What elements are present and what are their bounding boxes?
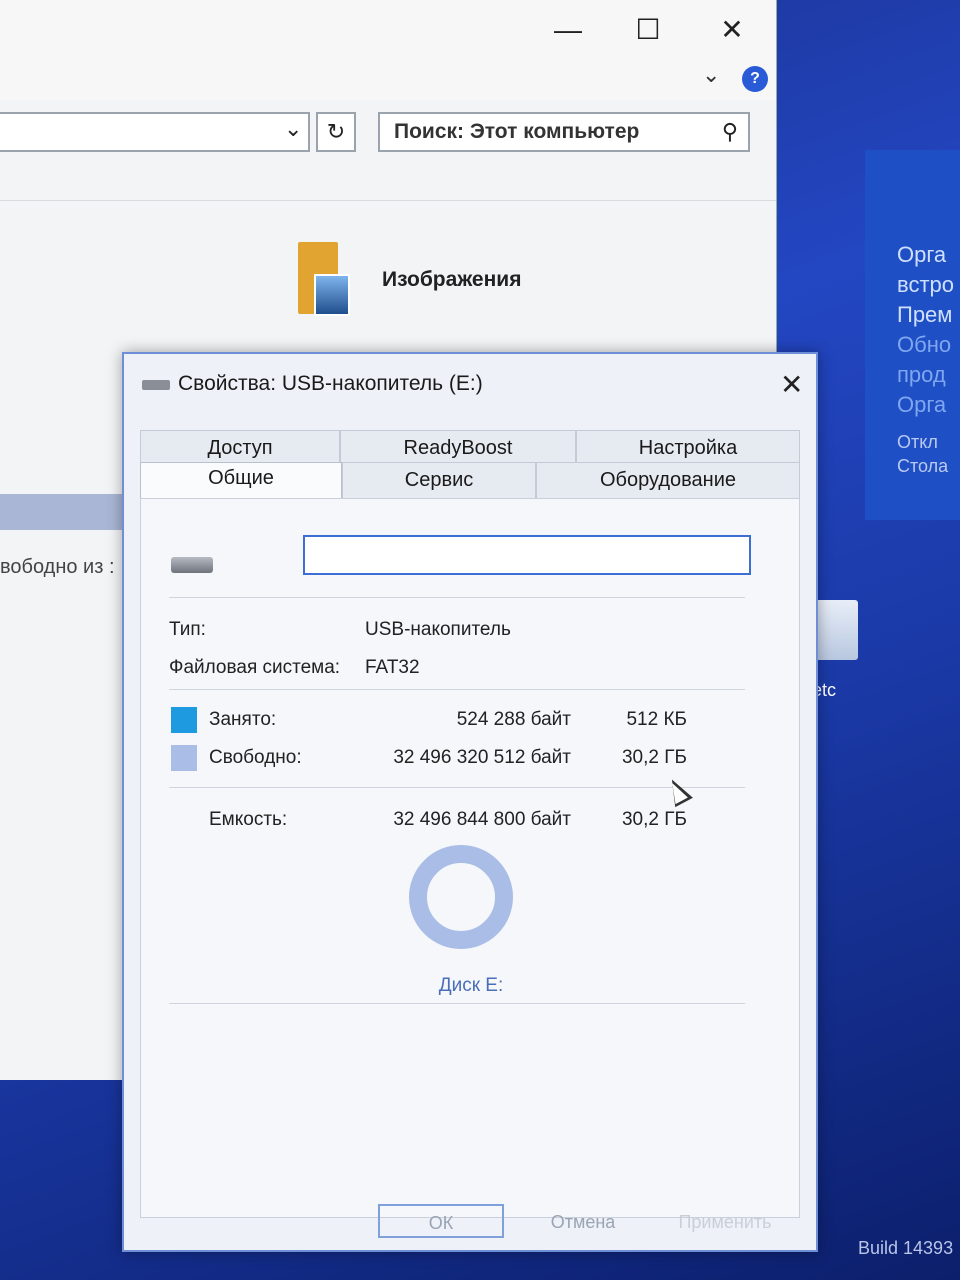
used-size: 512 КБ: [626, 709, 687, 730]
separator: [169, 1003, 745, 1004]
notif-line: Орга: [897, 242, 947, 267]
desktop-file-icon[interactable]: [812, 600, 858, 660]
free-bytes: 32 496 320 512 байт: [393, 747, 571, 768]
drive-free-space-text: вободно из :: [0, 556, 115, 578]
dialog-buttons: ОК Отмена Применить: [124, 1204, 820, 1244]
dialog-title: Свойства: USB-накопитель (E:): [178, 372, 483, 395]
tab-customize[interactable]: Настройка: [576, 430, 800, 462]
refresh-button[interactable]: ↻: [316, 112, 356, 152]
filesystem-label: Файловая система:: [169, 657, 341, 678]
address-dropdown-chevron-icon[interactable]: ⌄: [284, 116, 302, 142]
minimize-button[interactable]: —: [548, 12, 588, 48]
filesystem-value: FAT32: [365, 657, 420, 678]
separator: [169, 597, 745, 598]
type-value: USB-накопитель: [365, 619, 511, 640]
help-icon[interactable]: ?: [742, 66, 768, 92]
capacity-bytes: 32 496 844 800 байт: [393, 809, 571, 830]
separator: [169, 787, 745, 788]
notif-line: встро: [897, 272, 954, 297]
capacity-size: 30,2 ГБ: [621, 809, 687, 830]
tab-hardware[interactable]: Оборудование: [536, 462, 800, 498]
desktop-icon-label: etc: [812, 680, 837, 700]
notif-small-line: Откл: [897, 432, 938, 452]
capacity-label: Емкость:: [209, 809, 288, 830]
usb-drive-icon: [142, 380, 170, 390]
type-label: Тип:: [169, 619, 206, 640]
refresh-icon: ↻: [326, 119, 346, 144]
pictures-folder-icon[interactable]: [298, 242, 350, 316]
tab-readyboost[interactable]: ReadyBoost: [340, 430, 576, 462]
used-space-swatch: [171, 707, 197, 733]
build-watermark: Build 14393: [858, 1238, 954, 1258]
notif-small: Откл Стола: [897, 430, 960, 478]
search-icon: ⚲: [721, 119, 738, 144]
selected-drive-row[interactable]: [0, 494, 125, 530]
notif-link[interactable]: Орга: [897, 390, 960, 420]
search-placeholder: Поиск: Этот компьютер: [394, 120, 640, 143]
used-bytes: 524 288 байт: [456, 709, 571, 730]
volume-label-input[interactable]: [303, 535, 751, 575]
general-tab-panel: Тип: USB-накопитель Файловая система: FA…: [140, 498, 800, 1218]
ok-button[interactable]: ОК: [378, 1204, 504, 1238]
notif-link[interactable]: прод: [897, 360, 960, 390]
maximize-button[interactable]: ☐: [628, 12, 668, 48]
tab-row-top: Доступ ReadyBoost Настройка: [140, 430, 800, 462]
search-input[interactable]: Поиск: Этот компьютер ⚲: [378, 112, 750, 152]
usb-drive-icon: [171, 557, 213, 573]
tab-row-bottom: Общие Сервис Оборудование: [140, 462, 800, 498]
disk-label: Диск E:: [438, 975, 504, 996]
notif-small-line: Стола: [897, 456, 949, 476]
ribbon-divider: [0, 200, 776, 201]
tab-general[interactable]: Общие: [140, 462, 342, 498]
apply-button[interactable]: Применить: [662, 1204, 788, 1238]
free-label: Свободно:: [209, 747, 302, 768]
notif-line: Прем: [897, 302, 953, 327]
disk-usage-donut: [409, 845, 513, 949]
notification-pane: Орга встро Прем Обно прод Орга Откл Стол…: [865, 150, 960, 520]
tab-tools[interactable]: Сервис: [342, 462, 536, 498]
explorer-titlebar: — ☐ ✕ ⌄ ?: [0, 0, 776, 100]
notif-link[interactable]: Обно: [897, 330, 960, 360]
separator: [169, 689, 745, 690]
free-size: 30,2 ГБ: [621, 747, 687, 768]
free-space-swatch: [171, 745, 197, 771]
close-button[interactable]: ✕: [712, 12, 752, 48]
dialog-close-icon[interactable]: ✕: [780, 368, 803, 401]
properties-dialog: Свойства: USB-накопитель (E:) ✕ Доступ R…: [122, 352, 818, 1252]
cancel-button[interactable]: Отмена: [520, 1204, 646, 1238]
ribbon-expand-chevron-icon[interactable]: ⌄: [702, 62, 720, 88]
used-label: Занято:: [209, 709, 277, 730]
address-bar[interactable]: [0, 112, 310, 152]
pictures-folder-label[interactable]: Изображения: [382, 268, 521, 292]
tab-sharing[interactable]: Доступ: [140, 430, 340, 462]
